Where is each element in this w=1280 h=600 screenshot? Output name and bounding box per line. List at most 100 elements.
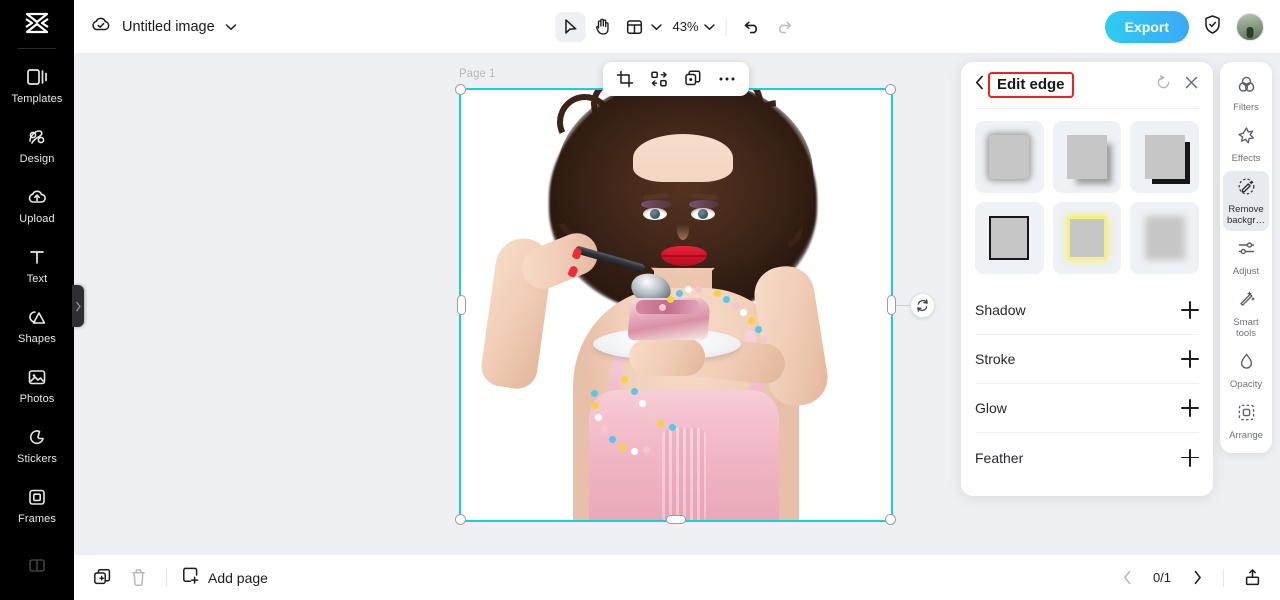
sidebar-item-label: Design [19,152,55,165]
add-stroke-button[interactable] [1181,350,1199,368]
edit-edge-panel: Edit edge Shadow Stroke Glow Feather [961,62,1213,496]
necklace-bead [639,400,646,407]
preset-soft-shadow[interactable] [975,121,1044,193]
hand-tool-button[interactable] [587,12,617,42]
cursor-arrow-icon [564,18,576,34]
sidebar-item-templates[interactable]: Templates [0,55,74,115]
resize-handle-top-left[interactable] [455,84,466,95]
replace-button[interactable] [645,65,673,93]
left-sidebar: Templates Design Upload Text Shapes Phot… [0,0,84,600]
document-title: Untitled image [122,18,215,35]
floating-image-toolbar [603,62,749,96]
panel-header: Edit edge [975,62,1199,108]
panel-back-button[interactable] [975,75,984,95]
layout-selector[interactable] [619,12,662,42]
zoom-chevron-down-icon[interactable] [704,18,716,36]
rail-item-effects[interactable]: Effects [1223,120,1269,169]
rail-item-remove-background[interactable]: Remove backgr… [1223,171,1269,231]
panel-close-button[interactable] [1184,75,1199,95]
opacity-drop-icon [1237,352,1256,376]
app-logo[interactable] [0,0,74,46]
necklace-bead [732,302,739,309]
sidebar-item-design[interactable]: Design [0,115,74,175]
undo-button[interactable] [737,12,767,42]
crop-icon [616,70,634,88]
sidebar-item-upload[interactable]: Upload [0,175,74,235]
avatar[interactable] [1236,12,1264,41]
select-tool-button[interactable] [555,11,586,42]
more-options-button[interactable] [713,65,741,93]
add-shadow-button[interactable] [1181,301,1199,319]
export-button[interactable]: Export [1104,10,1189,43]
option-row-glow[interactable]: Glow [975,384,1199,433]
preset-drop-shadow[interactable] [1052,121,1122,193]
chevron-down-icon[interactable] [225,18,237,36]
resize-handle-bottom[interactable] [666,515,686,524]
rail-item-label: Adjust [1232,266,1260,277]
layout-button[interactable] [619,12,649,42]
preset-glow-yellow[interactable] [1052,202,1122,274]
adjust-sliders-icon [1237,239,1256,263]
sidebar-item-frames[interactable]: Frames [0,475,74,535]
rail-item-smart-tools[interactable]: Smart tools [1223,284,1269,344]
photo-subject [461,90,891,520]
panel-reset-button[interactable] [1156,75,1171,95]
necklace-bead [755,326,762,333]
rotate-button[interactable] [910,293,935,318]
sidebar-item-label: Stickers [17,452,57,465]
resize-handle-top-right[interactable] [885,84,896,95]
resize-handle-left[interactable] [457,295,466,315]
document-title-group[interactable]: Untitled image [90,15,237,38]
preset-feather-blur[interactable] [1130,202,1199,274]
prev-page-button[interactable] [1115,566,1139,590]
sidebar-collapse-handle[interactable] [72,285,84,327]
necklace-bead [676,290,683,297]
add-page-button[interactable]: Add page [181,566,268,590]
rail-item-label: Remove backgr… [1226,204,1265,226]
next-page-button[interactable] [1185,566,1209,590]
sidebar-item-photos[interactable]: Photos [0,355,74,415]
resize-handle-right[interactable] [887,295,896,315]
sidebar-item-more[interactable] [0,535,74,595]
shapes-icon [26,306,48,328]
option-row-shadow[interactable]: Shadow [975,286,1199,335]
rail-item-adjust[interactable]: Adjust [1223,233,1269,282]
export-tray-button[interactable] [1238,564,1266,592]
rotate-icon [917,299,928,312]
sidebar-item-label: Upload [19,212,55,225]
page-label: Page 1 [459,68,496,80]
option-row-stroke[interactable]: Stroke [975,335,1199,384]
resize-handle-bottom-right[interactable] [885,514,896,525]
preset-thumbnail [989,216,1030,260]
layout-chevron-down-icon[interactable] [650,18,662,36]
sidebar-item-stickers[interactable]: Stickers [0,415,74,475]
rail-item-opacity[interactable]: Opacity [1223,346,1269,395]
necklace-bead [591,390,598,397]
sidebar-item-shapes[interactable]: Shapes [0,295,74,355]
duplicate-button[interactable] [679,65,707,93]
preset-stroke-black[interactable] [975,202,1044,274]
page-nav-divider [1223,568,1224,587]
trash-icon [131,569,145,586]
stickers-icon [26,426,48,448]
rail-item-filters[interactable]: Filters [1223,69,1269,118]
necklace-bead [723,296,730,303]
duplicate-page-button[interactable] [88,564,116,592]
option-row-feather[interactable]: Feather [975,433,1199,482]
add-glow-button[interactable] [1181,399,1199,417]
selected-image-frame[interactable] [459,88,893,522]
sidebar-item-text[interactable]: Text [0,235,74,295]
resize-handle-bottom-left[interactable] [455,514,466,525]
option-label: Shadow [975,302,1026,318]
delete-page-button[interactable] [124,564,152,592]
effects-icon [1237,126,1256,150]
shield-check-icon[interactable] [1203,14,1222,40]
redo-button[interactable] [769,12,799,42]
necklace-bead [621,376,628,383]
crop-button[interactable] [611,65,639,93]
frames-icon [26,486,48,508]
add-feather-button[interactable] [1181,448,1199,467]
preset-hard-shadow[interactable] [1130,121,1199,193]
zoom-selector[interactable]: 43% [664,18,715,36]
rail-item-arrange[interactable]: Arrange [1223,397,1269,446]
